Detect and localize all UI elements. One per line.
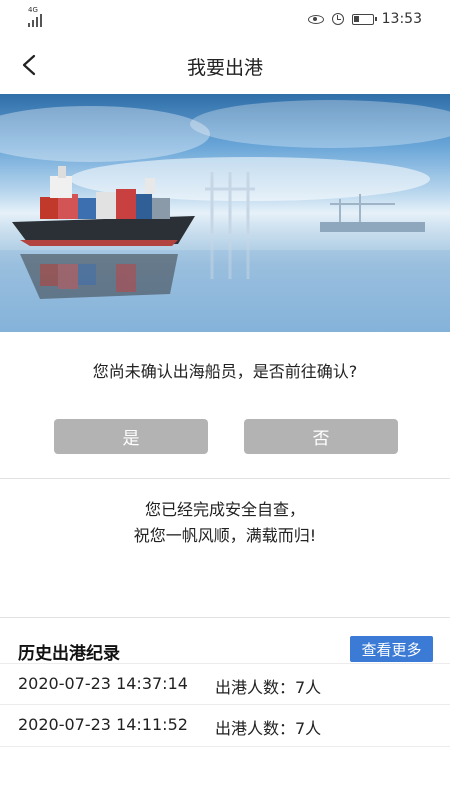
completion-line-1: 您已经完成安全自查， (144, 500, 305, 519)
completion-line-2: 祝您一帆风顺，满载而归! (133, 526, 317, 545)
status-bar: 4G 13:53 (0, 0, 450, 38)
history-time: 2020-07-23 14:37:14 (18, 674, 188, 693)
history-time: 2020-07-23 14:11:52 (18, 715, 188, 734)
page-title: 我要出港 (186, 56, 263, 79)
view-more-button[interactable]: 查看更多 (350, 636, 433, 662)
network-type: 4G (28, 6, 38, 14)
completion-message: 您已经完成安全自查， 祝您一帆风顺，满载而归! (0, 497, 450, 549)
divider (0, 746, 450, 747)
history-row[interactable]: 2020-07-23 14:11:52 出港人数：7人 (0, 705, 450, 745)
signal-icon: 4G (28, 7, 42, 27)
status-time: 13:53 (381, 11, 422, 27)
no-button[interactable]: 否 (244, 419, 398, 454)
harbor-banner-image (0, 94, 450, 332)
battery-icon (351, 13, 377, 25)
back-arrow-icon[interactable] (20, 54, 42, 76)
app-header: 我要出港 (0, 38, 450, 94)
history-count: 出港人数：7人 (215, 678, 322, 697)
alarm-icon (331, 13, 344, 25)
eye-comfort-icon (307, 14, 324, 24)
history-count: 出港人数：7人 (215, 719, 322, 738)
confirm-crew-prompt: 您尚未确认出海船员，是否前往确认? (92, 362, 358, 381)
status-indicators: 13:53 (307, 11, 422, 27)
history-section-title: 历史出港纪录 (18, 644, 120, 664)
history-row[interactable]: 2020-07-23 14:37:14 出港人数：7人 (0, 664, 450, 704)
divider (0, 478, 450, 479)
divider (0, 617, 450, 618)
yes-button[interactable]: 是 (54, 419, 208, 454)
